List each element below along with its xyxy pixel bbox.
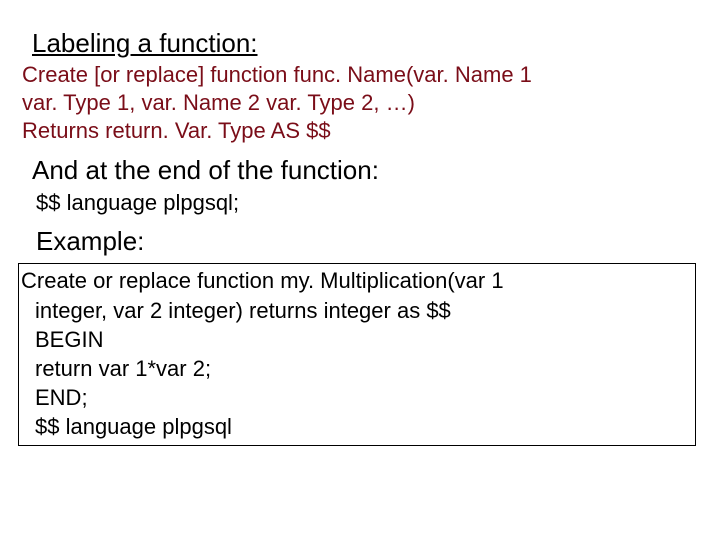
example-line: $$ language plpgsql [21,412,693,441]
footer-code: $$ language plpgsql; [36,190,698,216]
example-line: return var 1*var 2; [21,354,693,383]
syntax-line: Create [or replace] function func. Name(… [22,61,698,89]
example-box: Create or replace function my. Multiplic… [18,263,696,445]
example-line: BEGIN [21,325,693,354]
section-heading: Labeling a function: [32,28,698,59]
syntax-line: Returns return. Var. Type AS $$ [22,117,698,145]
example-line: Create or replace function my. Multiplic… [21,266,693,295]
syntax-line: var. Type 1, var. Name 2 var. Type 2, …) [22,89,698,117]
example-line: integer, var 2 integer) returns integer … [21,296,693,325]
syntax-block: Create [or replace] function func. Name(… [22,61,698,145]
example-line: END; [21,383,693,412]
subheading: And at the end of the function: [32,155,698,186]
example-label: Example: [36,226,698,257]
